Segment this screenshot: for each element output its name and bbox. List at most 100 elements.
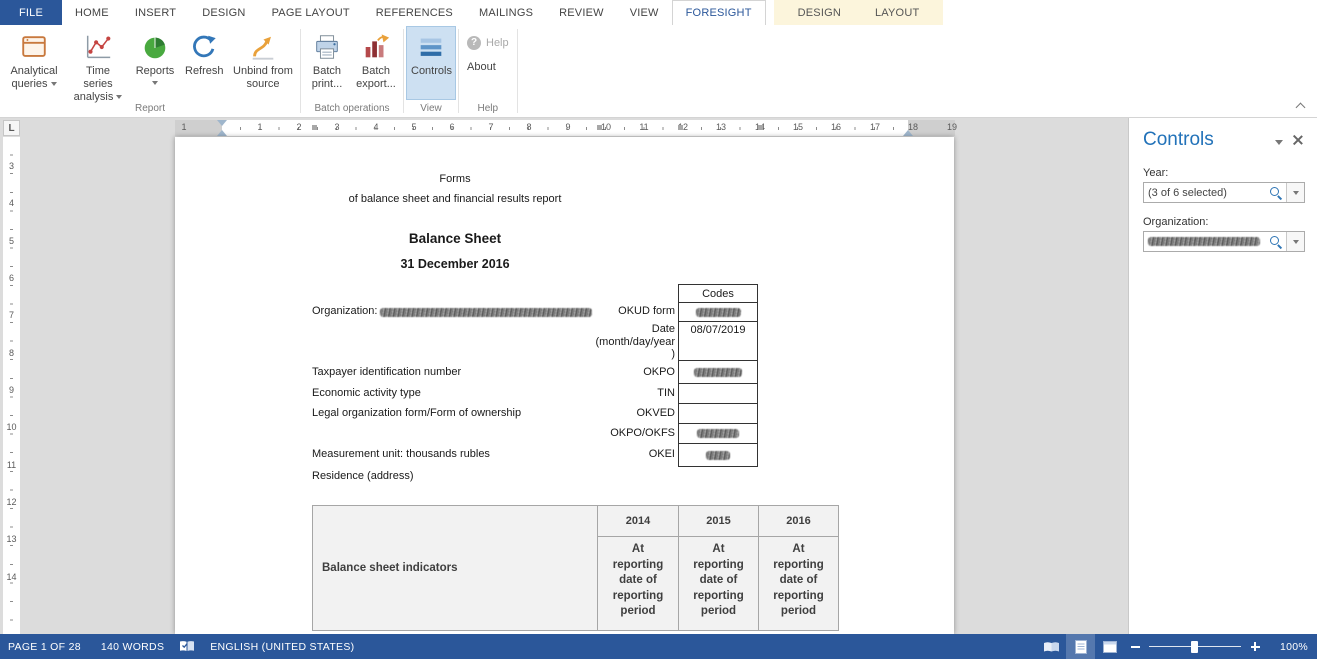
print-layout-button[interactable] xyxy=(1066,634,1095,659)
reports-button[interactable]: Reports xyxy=(130,26,180,100)
vertical-ruler[interactable]: 3 4 5 6 7 8 9 10 11 12 13 14 xyxy=(3,137,20,634)
tab-mailings[interactable]: MAILINGS xyxy=(466,0,546,25)
tab-review[interactable]: REVIEW xyxy=(546,0,617,25)
field-label: Taxpayer identification number xyxy=(312,366,461,378)
ribbon-group-label-help: Help xyxy=(461,102,515,117)
tab-table-layout[interactable]: LAYOUT xyxy=(861,0,933,25)
first-line-indent-marker[interactable] xyxy=(217,120,227,126)
search-icon[interactable] xyxy=(1270,187,1282,199)
analytical-queries-button[interactable]: Analytical queries xyxy=(2,26,66,100)
balance-sheet-table: Balance sheet indicators 2014 2015 2016 … xyxy=(312,505,839,631)
year-filter-combobox[interactable]: (3 of 6 selected) xyxy=(1143,182,1305,203)
field-label: Legal organization form/Form of ownershi… xyxy=(312,407,521,419)
tab-design[interactable]: DESIGN xyxy=(189,0,258,25)
organization-filter-label: Organization: xyxy=(1143,216,1305,228)
codes-table: Codes 08/07/2019 xyxy=(678,284,758,467)
unbind-from-source-button[interactable]: Unbind from source xyxy=(228,26,298,100)
tab-table-design[interactable]: DESIGN xyxy=(784,0,855,25)
ribbon-group-label-view: View xyxy=(406,102,456,117)
chevron-down-icon xyxy=(1293,240,1299,244)
time-series-analysis-button[interactable]: Time series analysis xyxy=(66,26,130,100)
tab-foresight[interactable]: FORESIGHT xyxy=(672,0,766,25)
field-label: Measurement unit: thousands rubles xyxy=(312,448,490,460)
redacted-organization-name xyxy=(380,308,592,317)
tab-view[interactable]: VIEW xyxy=(617,0,672,25)
table-column-marker[interactable] xyxy=(597,125,602,130)
ribbon-tab-bar: FILE HOME INSERT DESIGN PAGE LAYOUT REFE… xyxy=(0,0,1317,25)
redacted-organization-value xyxy=(1148,237,1260,246)
period-header-cell: At reporting date of reporting period xyxy=(759,537,839,631)
ribbon: Analytical queries Time series analysis … xyxy=(0,25,1317,118)
close-pane-icon[interactable] xyxy=(1292,134,1304,146)
zoom-level[interactable]: 100% xyxy=(1266,641,1310,653)
doc-subtitle: 31 December 2016 xyxy=(175,257,735,271)
tab-references[interactable]: REFERENCES xyxy=(363,0,466,25)
horizontal-ruler[interactable]: 1 1 2 3 4 5 6 7 8 9 10 11 12 13 14 15 16… xyxy=(0,120,1317,136)
export-chart-icon xyxy=(360,31,392,63)
batch-print-button[interactable]: Batch print... xyxy=(303,26,351,100)
analytical-queries-icon xyxy=(18,31,50,63)
year-filter-value: (3 of 6 selected) xyxy=(1144,187,1270,199)
okud-code-cell xyxy=(679,303,757,322)
code-label: OKPO/OKFS xyxy=(610,427,675,439)
ribbon-group-label-batch: Batch operations xyxy=(303,102,401,117)
ribbon-group-view: Controls View xyxy=(404,25,458,117)
controls-list-icon xyxy=(415,31,447,63)
doc-heading-line: Forms xyxy=(175,173,735,185)
help-button[interactable]: ? Help xyxy=(461,32,515,53)
redacted-code xyxy=(694,368,742,377)
controls-toggle-button[interactable]: Controls xyxy=(406,26,456,100)
redacted-code xyxy=(697,429,739,438)
combo-dropdown-button[interactable] xyxy=(1286,232,1304,251)
table-column-marker[interactable] xyxy=(678,125,683,130)
tab-insert[interactable]: INSERT xyxy=(122,0,189,25)
search-icon[interactable] xyxy=(1270,236,1282,248)
hanging-indent-marker[interactable] xyxy=(217,130,227,136)
table-column-marker[interactable] xyxy=(312,125,317,130)
dropdown-caret-icon xyxy=(152,81,158,85)
code-label: OKPO xyxy=(643,366,675,378)
tab-file[interactable]: FILE xyxy=(0,0,62,25)
table-column-marker[interactable] xyxy=(758,125,763,130)
document-workspace: L 1 1 2 3 4 5 6 7 8 9 10 11 12 13 14 15 … xyxy=(0,118,1317,634)
right-indent-marker[interactable] xyxy=(903,130,913,136)
redacted-code xyxy=(696,308,741,317)
zoom-slider[interactable] xyxy=(1149,634,1241,659)
web-layout-button[interactable] xyxy=(1095,634,1124,659)
refresh-icon xyxy=(188,31,220,63)
proofing-status-icon[interactable] xyxy=(174,634,200,659)
dropdown-caret-icon xyxy=(116,95,122,99)
combo-dropdown-button[interactable] xyxy=(1286,183,1304,202)
word-window: FILE HOME INSERT DESIGN PAGE LAYOUT REFE… xyxy=(0,0,1317,659)
organization-filter-combobox[interactable] xyxy=(1143,231,1305,252)
pane-options-icon[interactable] xyxy=(1275,140,1283,145)
about-button[interactable]: About xyxy=(461,56,502,77)
minus-icon xyxy=(1131,646,1140,648)
zoom-slider-thumb[interactable] xyxy=(1191,641,1198,653)
batch-export-button[interactable]: Batch export... xyxy=(351,26,401,100)
contextual-tab-group: DESIGN LAYOUT xyxy=(774,0,944,25)
chevron-up-icon xyxy=(1295,103,1305,113)
page-indicator[interactable]: PAGE 1 OF 28 xyxy=(0,634,91,659)
zoom-out-button[interactable] xyxy=(1124,634,1146,659)
year-header-cell: 2015 xyxy=(679,506,759,537)
period-header-cell: At reporting date of reporting period xyxy=(598,537,679,631)
ribbon-group-label-report: Report xyxy=(2,102,298,117)
read-mode-button[interactable] xyxy=(1037,634,1066,659)
document-page[interactable]: Forms of balance sheet and financial res… xyxy=(175,137,954,634)
code-label: Date (month/day/year) xyxy=(593,323,675,361)
refresh-button[interactable]: Refresh xyxy=(180,26,228,100)
language-indicator[interactable]: ENGLISH (UNITED STATES) xyxy=(200,634,364,659)
field-label: Residence (address) xyxy=(312,470,414,482)
tab-page-layout[interactable]: PAGE LAYOUT xyxy=(259,0,363,25)
date-code-cell: 08/07/2019 xyxy=(679,322,757,361)
code-label: OKEI xyxy=(649,448,675,460)
time-series-chart-icon xyxy=(82,31,114,63)
tab-home[interactable]: HOME xyxy=(62,0,122,25)
zoom-in-button[interactable] xyxy=(1244,634,1266,659)
collapse-ribbon-button[interactable] xyxy=(1291,100,1309,114)
okved-code-cell xyxy=(679,404,757,424)
unbind-arrow-icon xyxy=(247,31,279,63)
word-count[interactable]: 140 WORDS xyxy=(91,634,174,659)
code-label: OKVED xyxy=(636,407,675,419)
